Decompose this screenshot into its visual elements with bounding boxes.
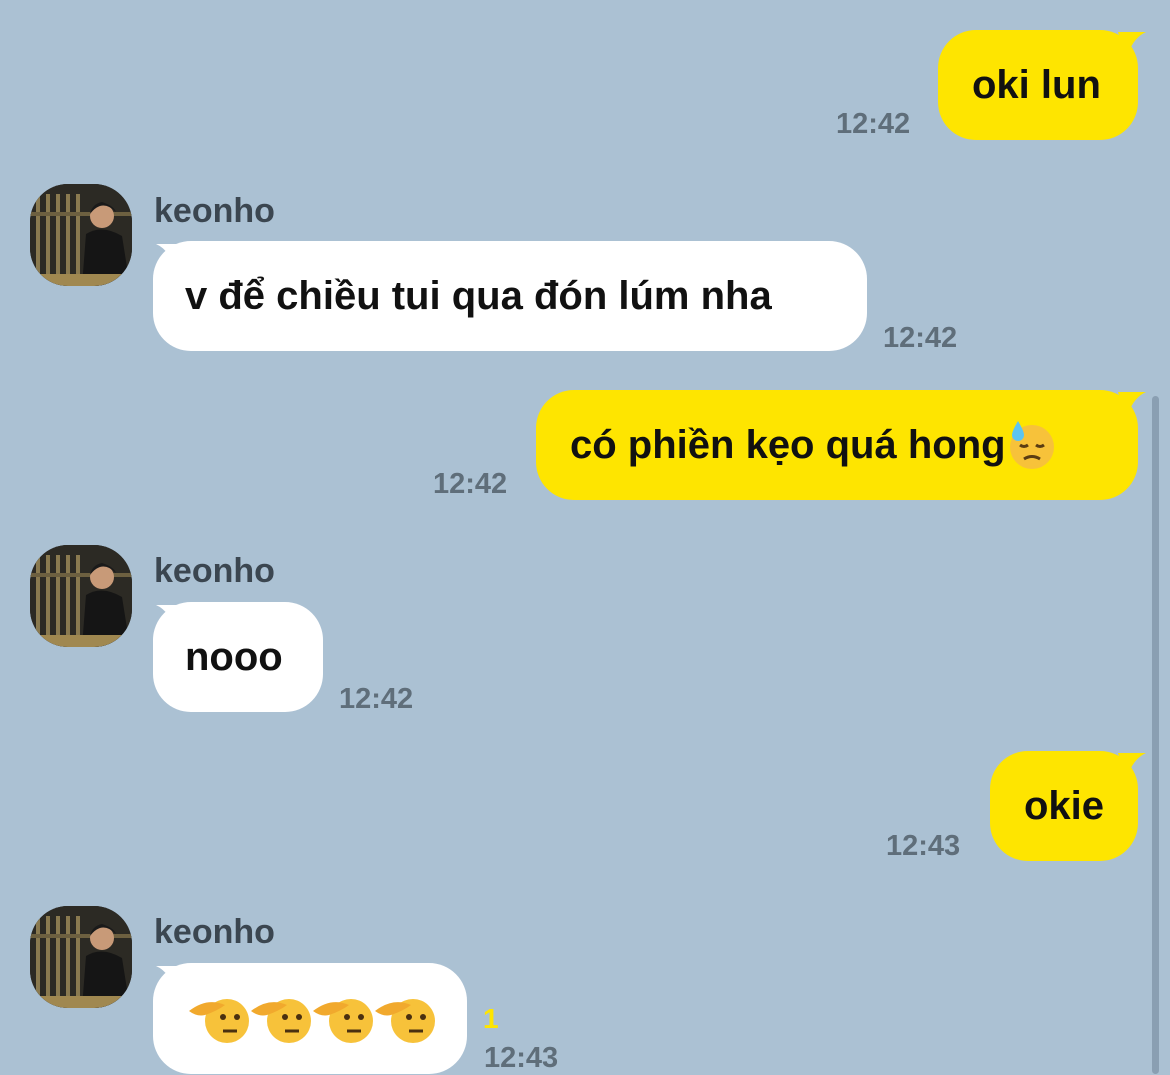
message-bubble[interactable]: okie bbox=[990, 751, 1138, 861]
unread-count: 1 bbox=[483, 1003, 499, 1034]
avatar[interactable] bbox=[30, 906, 132, 1008]
downcast-face-with-sweat-icon bbox=[1009, 421, 1054, 469]
timestamp: 12:42 bbox=[836, 108, 911, 140]
avatar-photo-icon bbox=[30, 545, 132, 647]
message-bubble[interactable]: có phiền kẹo quá hong bbox=[536, 390, 1138, 500]
sender-name: keonho bbox=[154, 192, 275, 230]
avatar[interactable] bbox=[30, 545, 132, 647]
message-bubble[interactable] bbox=[153, 963, 467, 1074]
timestamp: 12:42 bbox=[433, 468, 508, 500]
message-text: có phiền kẹo quá hong bbox=[570, 422, 1006, 467]
avatar-photo-icon bbox=[30, 906, 132, 1008]
timestamp: 12:42 bbox=[883, 322, 958, 354]
scrollbar[interactable] bbox=[1152, 396, 1159, 1074]
sender-name: keonho bbox=[154, 552, 275, 590]
message-bubble[interactable]: nooo bbox=[153, 602, 323, 712]
message-bubble[interactable]: v để chiều tui qua đón lúm nha bbox=[153, 241, 867, 351]
bubble-tail-icon bbox=[1118, 32, 1146, 60]
timestamp: 12:43 bbox=[484, 1042, 559, 1074]
timestamp: 12:43 bbox=[886, 830, 961, 862]
message-bubble[interactable]: oki lun bbox=[938, 30, 1138, 140]
sender-name: keonho bbox=[154, 913, 275, 951]
avatar-photo-icon bbox=[30, 184, 132, 286]
saluting-face-icon bbox=[189, 998, 435, 1043]
avatar[interactable] bbox=[30, 184, 132, 286]
timestamp: 12:42 bbox=[339, 683, 414, 715]
